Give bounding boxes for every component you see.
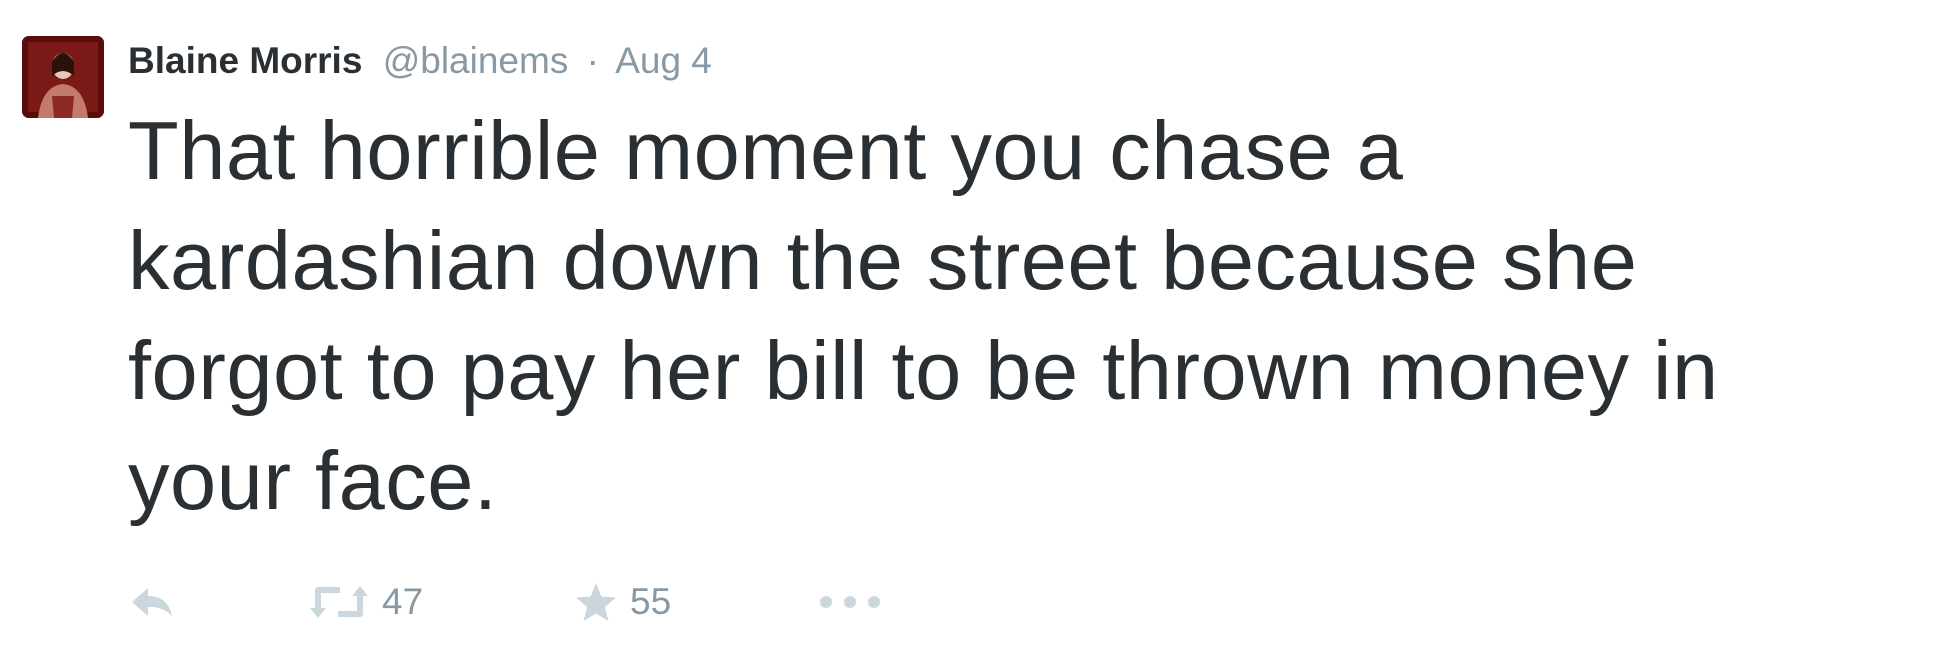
favorite-button[interactable]: 55	[574, 572, 671, 632]
retweet-button[interactable]: 47	[308, 572, 423, 632]
separator-dot: ·	[586, 40, 599, 81]
more-button[interactable]	[818, 572, 882, 632]
avatar[interactable]	[22, 36, 104, 118]
favorite-count: 55	[630, 581, 672, 622]
more-icon	[820, 596, 880, 608]
profile-photo-icon	[22, 36, 104, 118]
reply-button[interactable]	[128, 572, 176, 632]
tweet: Blaine Morris @blainems · Aug 4 That hor…	[0, 0, 1948, 665]
tweet-header: Blaine Morris @blainems · Aug 4	[128, 36, 712, 86]
author-handle[interactable]: @blainems	[383, 40, 569, 81]
reply-icon	[132, 588, 172, 616]
retweet-icon	[310, 586, 368, 618]
tweet-timestamp[interactable]: Aug 4	[615, 40, 712, 81]
tweet-text: That horrible moment you chase a kardash…	[128, 104, 1719, 527]
retweet-count: 47	[382, 581, 424, 622]
star-icon	[576, 583, 616, 621]
author-name[interactable]: Blaine Morris	[128, 40, 362, 81]
